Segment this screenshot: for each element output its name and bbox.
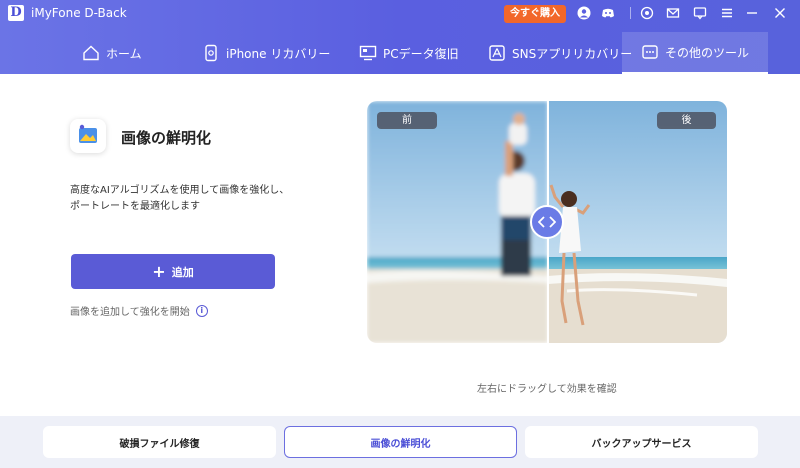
discord-icon[interactable] [601, 6, 615, 20]
hint-text: 画像を追加して強化を開始 [70, 307, 190, 318]
theme-icon[interactable] [640, 6, 654, 20]
user-icon[interactable] [577, 6, 591, 20]
photo-enhance-button[interactable]: 画像の鮮明化 [284, 426, 517, 458]
feature-description: 高度なAIアルゴリズムを使用して画像を強化し、 ポートレートを最適化します [70, 183, 290, 215]
tab-sns-recovery[interactable]: SNSアプリリカバリー [478, 32, 642, 74]
app-title: iMyFone D-Back [31, 6, 127, 20]
menu-icon[interactable] [720, 6, 734, 20]
feedback-icon[interactable] [693, 6, 707, 20]
app-logo: D [8, 5, 24, 21]
tab-label: SNSアプリリカバリー [512, 46, 633, 61]
tab-pc-recovery[interactable]: PCデータ復旧 [349, 32, 469, 74]
add-hint: 画像を追加して強化を開始 i [70, 303, 208, 318]
title-bar: D iMyFone D-Back 今すぐ購入 [0, 0, 800, 28]
after-label: 後 [657, 112, 716, 129]
drag-hint: 左右にドラッグして効果を確認 [477, 384, 617, 395]
info-icon[interactable]: i [195, 304, 208, 317]
repair-files-button[interactable]: 破損ファイル修復 [43, 426, 276, 458]
buy-now-button[interactable]: 今すぐ購入 [504, 5, 566, 23]
minimize-icon[interactable] [745, 6, 759, 20]
page-title: 画像の鮮明化 [121, 129, 212, 147]
add-button-label: 追加 [171, 265, 194, 279]
photo-enhance-icon [70, 119, 106, 153]
more-tools-icon [642, 45, 658, 59]
add-image-button[interactable]: + 追加 [71, 254, 275, 289]
tab-iphone-recovery[interactable]: iPhone リカバリー [192, 32, 340, 74]
tab-label: ホーム [106, 46, 142, 61]
tab-label: その他のツール [664, 45, 749, 60]
before-label: 前 [377, 112, 437, 129]
compare-slider-handle[interactable] [530, 205, 564, 239]
tab-label: iPhone リカバリー [226, 46, 331, 61]
plus-icon: + [152, 261, 166, 281]
backup-service-button[interactable]: バックアップサービス [525, 426, 758, 458]
main-nav: ホーム iPhone リカバリー PCデータ復旧 SNSアプリリカバリー その他… [0, 32, 800, 74]
close-icon[interactable] [773, 6, 787, 20]
app-header: D iMyFone D-Back 今すぐ購入 ホーム iPhone リカバリー … [0, 0, 800, 74]
tab-other-tools[interactable]: その他のツール [622, 32, 768, 74]
home-icon [83, 45, 99, 61]
tab-home[interactable]: ホーム [72, 32, 152, 74]
mail-icon[interactable] [666, 6, 680, 20]
description-line: ポートレートを最適化します [70, 201, 200, 212]
apps-icon [489, 45, 505, 61]
description-line: 高度なAIアルゴリズムを使用して画像を強化し、 [70, 185, 290, 196]
pc-icon [359, 45, 377, 61]
left-right-arrows-icon [538, 216, 556, 228]
tab-label: PCデータ復旧 [383, 46, 459, 61]
before-after-preview: 前 後 [367, 101, 727, 343]
phone-icon [205, 44, 217, 62]
bottom-tool-bar: 破損ファイル修復 画像の鮮明化 バックアップサービス [0, 416, 800, 468]
